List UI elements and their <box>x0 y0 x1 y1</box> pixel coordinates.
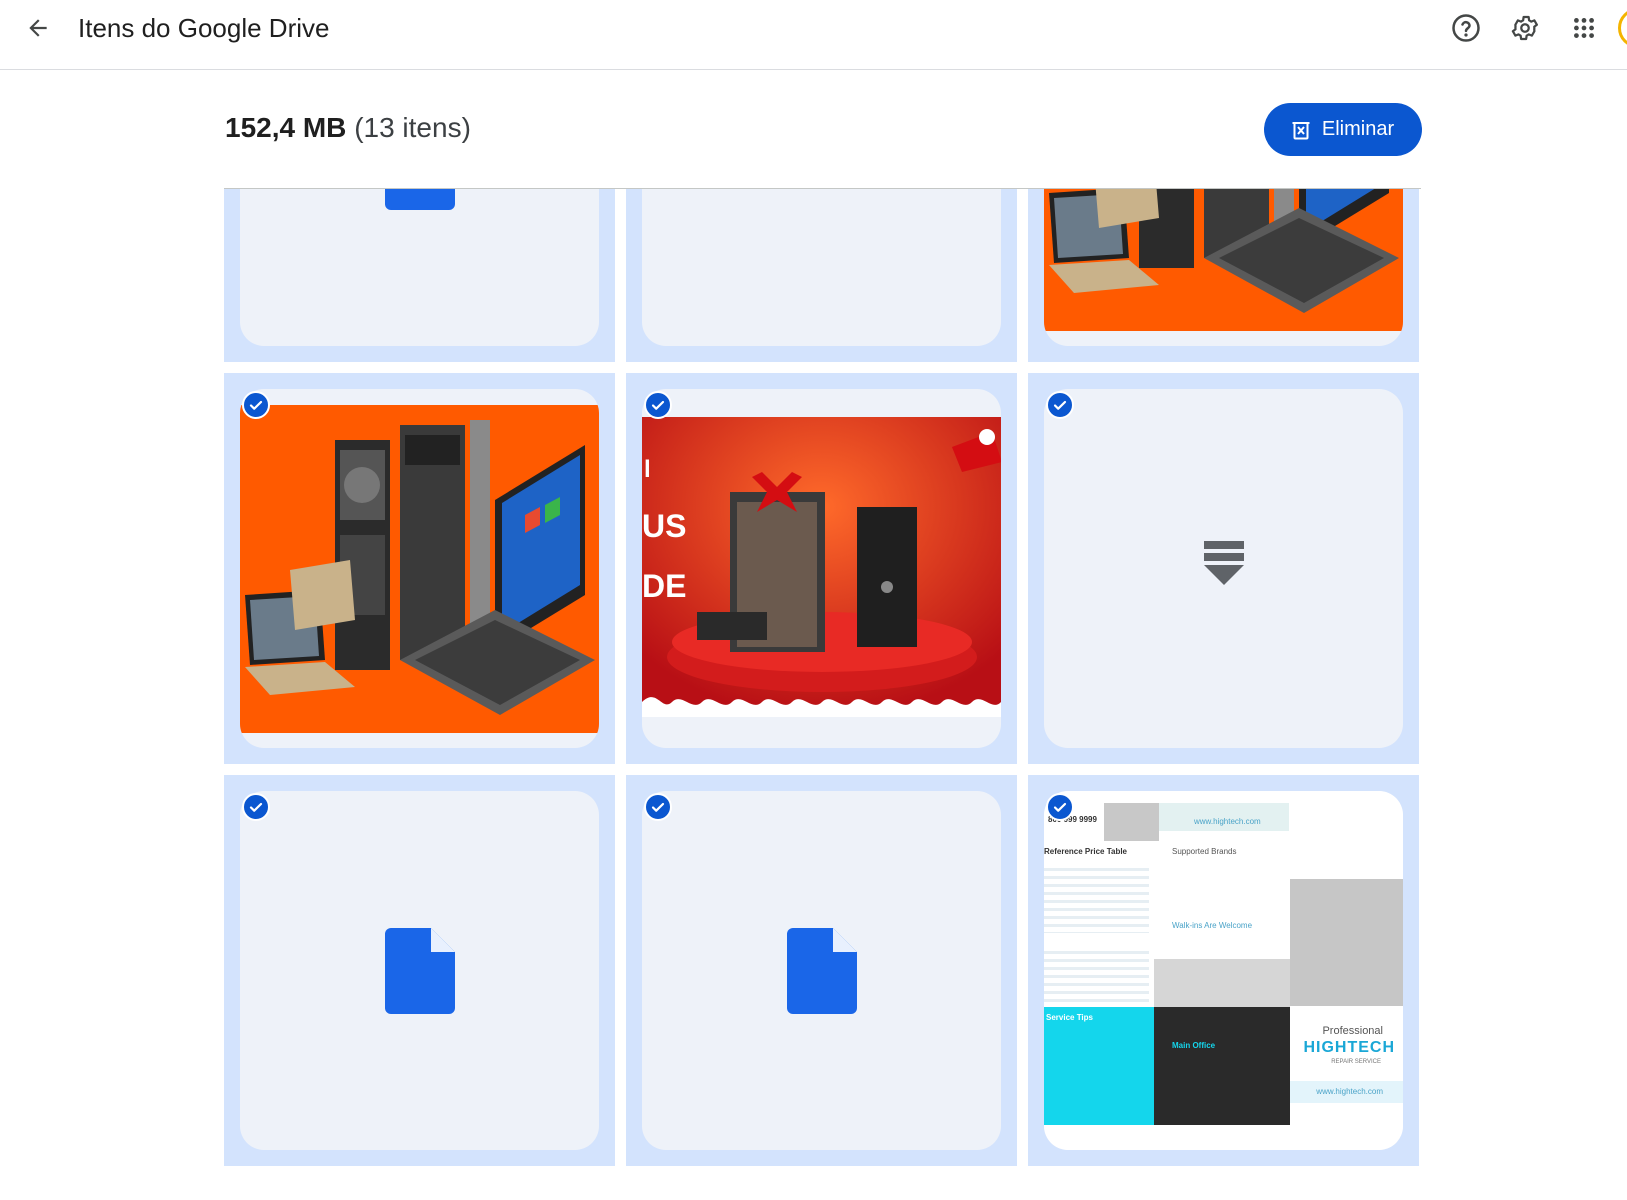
delete-button[interactable]: Eliminar <box>1264 103 1422 156</box>
flyer-repair: REPAIR SERVICE <box>1331 1059 1381 1065</box>
checkmark-icon <box>1053 400 1067 410</box>
flyer-tips: Service Tips <box>1046 1013 1093 1022</box>
apps-button[interactable] <box>1562 6 1606 50</box>
flyer-welcome: Walk-ins Are Welcome <box>1172 921 1253 930</box>
checkmark-icon <box>651 400 665 410</box>
items-grid: l US DE 800 999 9999 www.hightech.com Re… <box>224 188 1419 1166</box>
selection-summary: 152,4 MB (13 itens) <box>225 108 471 148</box>
flyer-website: www.hightech.com <box>1316 1087 1383 1096</box>
tile-preview <box>642 791 1001 1150</box>
flyer-photo: 800 999 9999 www.hightech.com Reference … <box>1044 791 1403 1150</box>
tile-preview <box>1044 189 1403 346</box>
selected-check[interactable] <box>1046 793 1074 821</box>
file-icon <box>384 189 455 210</box>
flyer-brands: Supported Brands <box>1172 847 1237 856</box>
gear-icon <box>1511 15 1538 41</box>
laptops-photo <box>1044 189 1403 331</box>
file-icon <box>384 927 455 1014</box>
help-circle-icon <box>1452 14 1480 42</box>
item-tile[interactable] <box>224 189 615 362</box>
poster-letters-1: l <box>644 456 651 483</box>
tile-preview <box>642 188 1001 346</box>
item-tile[interactable] <box>1028 189 1419 362</box>
page-title: Itens do Google Drive <box>78 13 330 43</box>
download-video-icon <box>1203 540 1244 585</box>
item-tile[interactable]: l US DE <box>626 373 1017 764</box>
item-tile[interactable] <box>224 373 615 764</box>
selected-check[interactable] <box>242 391 270 419</box>
file-icon <box>786 927 857 1014</box>
item-tile[interactable] <box>224 775 615 1166</box>
tile-preview: l US DE <box>642 389 1001 748</box>
checkmark-icon <box>249 400 263 410</box>
checkmark-icon <box>1053 802 1067 812</box>
delete-label: Eliminar <box>1321 118 1395 140</box>
item-tile[interactable] <box>626 775 1017 1166</box>
top-bar: Itens do Google Drive <box>0 0 1627 70</box>
arrow-back-icon <box>29 19 47 37</box>
item-tile[interactable]: 800 999 9999 www.hightech.com Reference … <box>1028 775 1419 1166</box>
flyer-main-office: Main Office <box>1172 1041 1216 1050</box>
selected-check[interactable] <box>644 391 672 419</box>
laptops-photo <box>240 405 599 733</box>
settings-button[interactable] <box>1503 6 1547 50</box>
tile-preview <box>1044 389 1403 748</box>
flyer-hightech: HIGHTECH <box>1303 1039 1395 1056</box>
item-count: (13 itens) <box>354 112 471 143</box>
flyer-website-top: www.hightech.com <box>1194 817 1261 826</box>
checkmark-icon <box>651 802 665 812</box>
item-tile[interactable] <box>626 188 1017 362</box>
storage-size: 152,4 MB <box>225 112 347 143</box>
flyer-professional: Professional <box>1322 1025 1383 1037</box>
tile-preview <box>240 189 599 346</box>
apps-grid-icon <box>1574 18 1594 38</box>
tile-preview <box>240 791 599 1150</box>
back-button[interactable] <box>18 8 58 48</box>
delete-icon <box>1292 121 1310 139</box>
download-video-icon <box>802 188 842 195</box>
tile-preview: 800 999 9999 www.hightech.com Reference … <box>1044 791 1403 1150</box>
christmas-promo-photo: l US DE <box>642 417 1001 717</box>
tile-preview <box>240 389 599 748</box>
poster-letters-3: DE <box>642 568 686 604</box>
flyer-price-table: Reference Price Table <box>1044 847 1128 856</box>
checkmark-icon <box>249 802 263 812</box>
selected-check[interactable] <box>242 793 270 821</box>
item-tile[interactable] <box>1028 373 1419 764</box>
items-grid-viewport[interactable]: l US DE 800 999 9999 www.hightech.com Re… <box>224 188 1421 1200</box>
poster-letters-2: US <box>642 508 686 544</box>
account-avatar[interactable] <box>1618 8 1627 48</box>
help-button[interactable] <box>1444 6 1488 50</box>
selected-check[interactable] <box>1046 391 1074 419</box>
selected-check[interactable] <box>644 793 672 821</box>
